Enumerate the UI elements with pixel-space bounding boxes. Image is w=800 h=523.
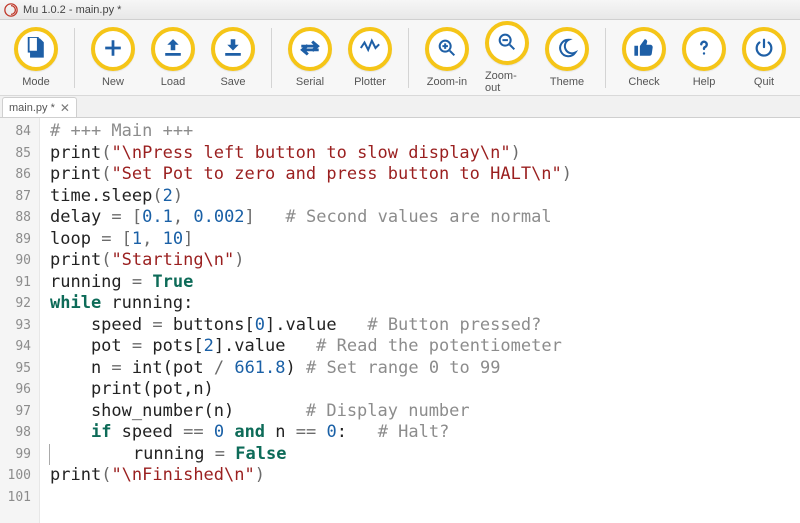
line-number: 91 xyxy=(6,272,31,294)
line-number: 94 xyxy=(6,336,31,358)
zoom-in-label: Zoom-in xyxy=(427,76,467,88)
window-title: Mu 1.0.2 - main.py * xyxy=(23,4,121,16)
code-line[interactable]: loop = [1, 10] xyxy=(50,229,572,251)
code-line[interactable]: print("\nFinished\n") xyxy=(50,465,572,487)
code-line[interactable]: time.sleep(2) xyxy=(50,186,572,208)
toolbar-separator xyxy=(408,28,409,88)
power-icon xyxy=(753,37,775,62)
code-line[interactable]: speed = buttons[0].value # Button presse… xyxy=(50,315,572,337)
app-icon xyxy=(4,3,18,17)
line-number: 99 xyxy=(6,444,31,466)
upload-icon xyxy=(162,37,184,62)
mode-button[interactable]: Mode xyxy=(14,27,58,88)
line-number: 84 xyxy=(6,121,31,143)
moon-icon xyxy=(556,37,578,62)
code-line[interactable]: if speed == 0 and n == 0: # Halt? xyxy=(50,422,572,444)
close-icon[interactable]: ✕ xyxy=(60,102,70,114)
line-gutter: 84858687888990919293949596979899100101 xyxy=(0,118,40,523)
tab-strip: main.py * ✕ xyxy=(0,96,800,118)
zoom-out-label: Zoom-out xyxy=(485,70,529,94)
zoom-out-icon xyxy=(496,31,518,56)
plotter-button[interactable]: Plotter xyxy=(348,27,392,88)
line-number: 100 xyxy=(6,465,31,487)
code-line[interactable]: show_number(n) # Display number xyxy=(50,401,572,423)
new-label: New xyxy=(102,76,124,88)
code-line[interactable]: print(pot,n) xyxy=(50,379,572,401)
help-button[interactable]: Help xyxy=(682,27,726,88)
mode-label: Mode xyxy=(22,76,50,88)
line-number: 93 xyxy=(6,315,31,337)
code-line[interactable]: n = int(pot / 661.8) # Set range 0 to 99 xyxy=(50,358,572,380)
thumb-up-icon xyxy=(633,37,655,62)
code-line[interactable]: delay = [0.1, 0.002] # Second values are… xyxy=(50,207,572,229)
line-number: 97 xyxy=(6,401,31,423)
mode-icon xyxy=(25,37,47,62)
line-number: 86 xyxy=(6,164,31,186)
code-line[interactable]: running = False xyxy=(49,444,572,466)
help-label: Help xyxy=(693,76,716,88)
line-number: 96 xyxy=(6,379,31,401)
quit-label: Quit xyxy=(754,76,774,88)
tab-main[interactable]: main.py * ✕ xyxy=(2,97,77,117)
code-line[interactable]: print("\nPress left button to slow displ… xyxy=(50,143,572,165)
save-button[interactable]: Save xyxy=(211,27,255,88)
serial-button[interactable]: Serial xyxy=(288,27,332,88)
tab-label: main.py * xyxy=(9,102,55,114)
toolbar-separator xyxy=(271,28,272,88)
download-icon xyxy=(222,37,244,62)
zoom-in-icon xyxy=(436,37,458,62)
code-line[interactable]: while running: xyxy=(50,293,572,315)
code-line[interactable]: print("Starting\n") xyxy=(50,250,572,272)
theme-button[interactable]: Theme xyxy=(545,27,589,88)
line-number: 101 xyxy=(6,487,31,509)
zoom-in-button[interactable]: Zoom-in xyxy=(425,27,469,88)
plotter-icon xyxy=(359,37,381,62)
code-area[interactable]: # +++ Main +++print("\nPress left button… xyxy=(40,118,572,523)
code-line[interactable]: # +++ Main +++ xyxy=(50,121,572,143)
line-number: 89 xyxy=(6,229,31,251)
check-label: Check xyxy=(628,76,659,88)
code-line[interactable]: print("Set Pot to zero and press button … xyxy=(50,164,572,186)
load-label: Load xyxy=(161,76,185,88)
plotter-label: Plotter xyxy=(354,76,386,88)
save-label: Save xyxy=(220,76,245,88)
new-button[interactable]: New xyxy=(91,27,135,88)
line-number: 98 xyxy=(6,422,31,444)
quit-button[interactable]: Quit xyxy=(742,27,786,88)
line-number: 95 xyxy=(6,358,31,380)
question-icon xyxy=(693,37,715,62)
line-number: 87 xyxy=(6,186,31,208)
code-line[interactable] xyxy=(50,487,572,509)
toolbar-separator xyxy=(605,28,606,88)
load-button[interactable]: Load xyxy=(151,27,195,88)
code-editor[interactable]: 84858687888990919293949596979899100101 #… xyxy=(0,118,800,523)
window-titlebar: Mu 1.0.2 - main.py * xyxy=(0,0,800,20)
theme-label: Theme xyxy=(550,76,584,88)
zoom-out-button[interactable]: Zoom-out xyxy=(485,21,529,94)
plus-icon xyxy=(102,37,124,62)
code-line[interactable]: running = True xyxy=(50,272,572,294)
line-number: 92 xyxy=(6,293,31,315)
line-number: 90 xyxy=(6,250,31,272)
check-button[interactable]: Check xyxy=(622,27,666,88)
serial-icon xyxy=(299,37,321,62)
toolbar: Mode New Load Save Serial Plotter Z xyxy=(0,20,800,96)
code-line[interactable]: pot = pots[2].value # Read the potentiom… xyxy=(50,336,572,358)
line-number: 88 xyxy=(6,207,31,229)
toolbar-separator xyxy=(74,28,75,88)
line-number: 85 xyxy=(6,143,31,165)
serial-label: Serial xyxy=(296,76,324,88)
